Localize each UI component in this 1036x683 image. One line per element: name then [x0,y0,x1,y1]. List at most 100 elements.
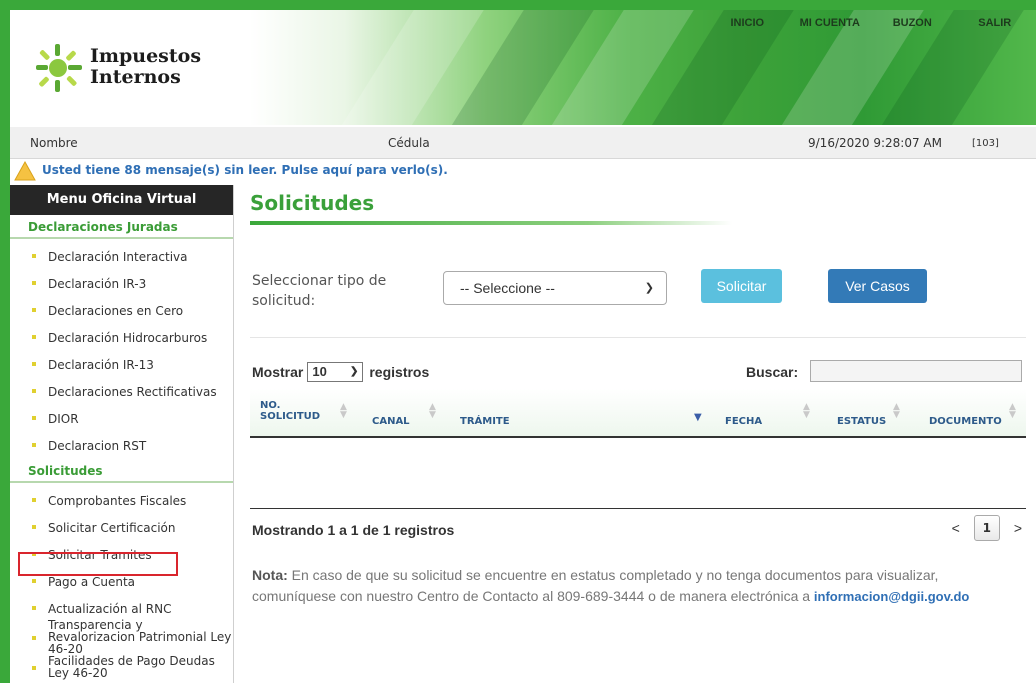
bullet-icon [32,525,36,529]
sidebar-title: Menu Oficina Virtual [10,185,233,215]
section-declaraciones-juradas[interactable]: Declaraciones Juradas [10,215,233,239]
pager-prev-button[interactable]: < [952,520,960,536]
bullet-icon [32,254,36,258]
sidebar-item-label: Comprobantes Fiscales [48,493,187,508]
pager-page-1[interactable]: 1 [973,515,1000,541]
nav-mi-cuenta[interactable]: MI CUENTA [789,10,872,38]
bullet-icon [32,666,36,670]
sidebar-item-declaraciones-en-cero[interactable]: Declaraciones en Cero [10,297,233,324]
nota-text: Nota: En caso de que su solicitud se enc… [252,565,1026,607]
bullet-icon [32,636,36,640]
nav-salir[interactable]: SALIR [954,10,1036,38]
col-estatus[interactable]: ESTATUS [837,416,886,427]
chevron-down-icon: ❯ [644,282,654,294]
frame-left [0,0,10,683]
sidebar-item-label: Declaración IR-13 [48,357,154,372]
col-tramite[interactable]: TRÁMITE [460,416,510,427]
sidebar-item-label: Declaraciones en Cero [48,303,184,318]
sort-icon: ▲ ▼ [429,402,436,420]
page-length-control: Mostrar 10 ❯ registros [252,362,429,382]
sidebar-item-transparencia[interactable]: Transparencia y Revalorizacion Patrimoni… [10,618,233,656]
bullet-icon [32,606,36,610]
search-input[interactable] [810,360,1022,382]
unread-messages-link[interactable]: Usted tiene 88 mensaje(s) sin leer. Puls… [42,163,448,177]
page-length-value: 10 [312,364,327,379]
ver-casos-button[interactable]: Ver Casos [828,269,927,303]
mostrar-label: Mostrar [252,364,304,380]
nota-label: Nota: [252,567,288,583]
logo-line1: Impuestos [90,45,202,67]
user-info-bar: Nombre Cédula 9/16/2020 9:28:07 AM [103] [10,127,1036,159]
table-footer-divider [250,508,1026,509]
tipo-solicitud-label: Seleccionar tipo de solicitud: [252,273,387,309]
nav-buzon[interactable]: BUZON [871,10,954,38]
sidebar-item-solicitar-tramites[interactable]: Solicitar Tramites [10,541,233,568]
logo-line2: Internos [90,66,181,88]
sidebar-item-facilidades-pago[interactable]: Facilidades de Pago Deudas Ley 46-20 [10,652,233,682]
warning-icon [14,161,36,181]
nav-inicio[interactable]: INICIO [706,10,789,38]
page-title: Solicitudes [250,191,375,215]
email-link[interactable]: informacion@dgii.gov.do [814,589,969,604]
buscar-label: Buscar: [746,364,799,380]
bullet-icon [32,443,36,447]
sidebar-item-declaraciones-rectificativas[interactable]: Declaraciones Rectificativas [10,378,233,405]
sidebar: Menu Oficina Virtual Declaraciones Jurad… [10,185,234,683]
bullet-icon [32,389,36,393]
logo[interactable]: Impuestos Internos [34,38,224,102]
col-fecha[interactable]: FECHA [725,416,762,427]
sidebar-item-label: Transparencia y Revalorizacion Patrimoni… [48,618,232,656]
page-length-select[interactable]: 10 ❯ [307,362,364,382]
bullet-icon [32,498,36,502]
sidebar-item-pago-a-cuenta[interactable]: Pago a Cuenta [10,568,233,595]
bullet-icon [32,308,36,312]
solicitar-button[interactable]: Solicitar [701,269,782,303]
table-header: NO. SOLICITUD ▲ ▼ CANAL ▲ ▼ TRÁMITE ▼ FECH… [250,389,1026,438]
sidebar-item-label: Pago a Cuenta [48,574,136,589]
bullet-icon [32,335,36,339]
sidebar-item-label: Solicitar Tramites [48,547,152,562]
sidebar-item-label: Declaración Interactiva [48,249,188,264]
bullet-icon [32,552,36,556]
table-info: Mostrando 1 a 1 de 1 registros [252,522,455,538]
col-canal[interactable]: CANAL [372,416,410,427]
registros-label: registros [369,364,430,380]
header: INICIO MI CUENTA BUZON SALIR Impuestos I… [10,10,1036,125]
bullet-icon [32,362,36,366]
title-underline [250,221,732,225]
sidebar-item-declaracion-rst[interactable]: Declaracion RST [10,432,233,459]
session-code: [103] [972,138,999,149]
sidebar-item-label: DIOR [48,411,79,426]
datetime: 9/16/2020 9:28:07 AM [808,136,942,150]
tipo-solicitud-select[interactable]: -- Seleccione -- ❯ [443,271,667,305]
sidebar-item-label: Facilidades de Pago Deudas Ley 46-20 [48,654,215,680]
col-documento[interactable]: DOCUMENTO [929,416,1002,427]
sidebar-item-declaracion-hidrocarburos[interactable]: Declaración Hidrocarburos [10,324,233,351]
sort-desc-icon: ▼ [694,412,702,423]
sidebar-item-declaracion-interactiva[interactable]: Declaración Interactiva [10,243,233,270]
col-no-solicitud[interactable]: NO. SOLICITUD [260,400,320,422]
top-nav: INICIO MI CUENTA BUZON SALIR [706,10,1036,38]
select-value: -- Seleccione -- [460,280,555,296]
sidebar-item-label: Declaracion RST [48,438,147,453]
pagination: < 1 > [952,515,1022,541]
sidebar-item-comprobantes-fiscales[interactable]: Comprobantes Fiscales [10,487,233,514]
nombre-label: Nombre [30,136,78,150]
col-no-solicitud-line1: NO. [260,400,281,411]
sidebar-item-label: Solicitar Certificación [48,520,176,535]
sidebar-item-label: Declaración IR-3 [48,276,147,291]
sort-icon: ▲ ▼ [1009,402,1016,420]
sidebar-item-label: Declaración Hidrocarburos [48,330,208,345]
section-solicitudes[interactable]: Solicitudes [10,459,233,483]
cedula-label: Cédula [388,136,430,150]
bullet-icon [32,416,36,420]
sidebar-item-solicitar-certificacion[interactable]: Solicitar Certificación [10,514,233,541]
sunburst-logo-icon [36,44,82,92]
bullet-icon [32,579,36,583]
pager-next-button[interactable]: > [1014,520,1022,536]
sort-icon: ▲ ▼ [803,402,810,420]
sidebar-item-dior[interactable]: DIOR [10,405,233,432]
sidebar-item-declaracion-ir3[interactable]: Declaración IR-3 [10,270,233,297]
sidebar-item-declaracion-ir13[interactable]: Declaración IR-13 [10,351,233,378]
bullet-icon [32,281,36,285]
